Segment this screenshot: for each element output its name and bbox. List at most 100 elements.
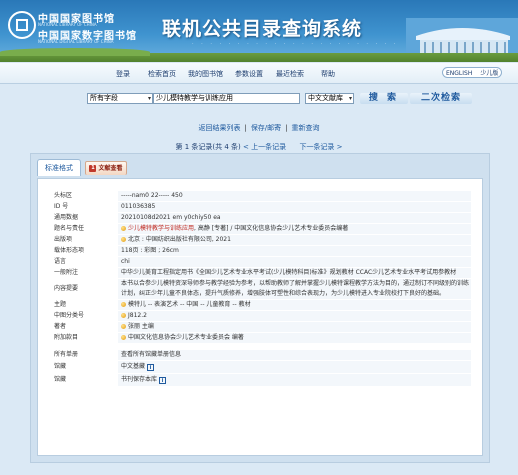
- record-row: 一般附注 中华少儿美育工程指定用书《全国少儿艺术专业水平考试(少儿模特科目)标准…: [51, 267, 471, 279]
- subject-link[interactable]: 模特儿 -- 表演艺术 -- 中国 -- 儿童教育 -- 教材: [128, 301, 251, 308]
- all-items-link[interactable]: 查看所有馆藏单册信息: [121, 351, 181, 358]
- lang-kids-link[interactable]: 少儿版: [480, 70, 498, 77]
- record-row: 中图分类号 J812.2: [51, 310, 471, 322]
- bullet-icon: [121, 324, 126, 329]
- record-row: 所有单册 查看所有馆藏单册信息: [51, 350, 471, 361]
- tab-document-view-label: 文献查看: [98, 165, 123, 172]
- field-value: -----nam0 22----- 450: [118, 191, 471, 202]
- record-row: 语言 chi: [51, 256, 471, 268]
- lang-english-link[interactable]: ENGLISH: [446, 70, 472, 77]
- refine-search-button[interactable]: 二次检索: [410, 93, 472, 104]
- field-label: 头标区: [51, 191, 118, 202]
- record-row: 附加款目 中国文化信息协会少儿艺术专业委员会 编著: [51, 332, 471, 344]
- nav-login[interactable]: 登录: [116, 69, 130, 79]
- field-value: 118页 : 彩图 ; 26cm: [118, 245, 471, 257]
- search-field-value: 所有字段: [90, 94, 118, 102]
- prev-record-link[interactable]: < 上一条记录: [243, 143, 286, 151]
- nav-my-library[interactable]: 我的图书馆: [188, 69, 223, 79]
- record-row: 出版项 北京 : 中国纺织出版社有限公司, 2021: [51, 234, 471, 246]
- record-row: 著者 张丽 主编: [51, 321, 471, 333]
- database-value: 中文文献库: [308, 94, 343, 102]
- class-link[interactable]: J812.2: [128, 312, 147, 319]
- field-label: 出版项: [51, 234, 118, 246]
- field-label: 语言: [51, 256, 118, 268]
- nav-recent-search[interactable]: 最近检索: [276, 69, 304, 79]
- bullet-icon: [121, 313, 126, 318]
- field-label: 附加款目: [51, 332, 118, 344]
- search-field-select[interactable]: 所有字段 ▾: [87, 93, 153, 104]
- save-email-link[interactable]: 保存/邮寄: [251, 124, 281, 132]
- database-select[interactable]: 中文文献库 ▾: [305, 93, 354, 104]
- record-row: 题名与责任 少儿模特教学与训练应用, 高静 [专著] / 中国文化信息协会少儿艺…: [51, 223, 471, 235]
- language-switch: ENGLISH 少儿版: [442, 67, 502, 78]
- info-icon[interactable]: i: [147, 364, 155, 371]
- field-value: 中华少儿美育工程指定用书《全国少儿艺术专业水平考试(少儿模特科目)标准》规划教材…: [118, 267, 471, 279]
- field-label: 馆藏: [51, 360, 118, 374]
- nav-help[interactable]: 帮助: [321, 69, 335, 79]
- author-link[interactable]: 张丽 主编: [128, 323, 154, 330]
- library-logo-icon: [8, 11, 36, 39]
- publisher-link[interactable]: 北京 : 中国纺织出版社有限公司, 2021: [128, 236, 231, 243]
- next-record-link[interactable]: 下一条记录 >: [299, 143, 342, 151]
- field-value: J812.2: [118, 310, 471, 322]
- field-value: 张丽 主编: [118, 321, 471, 333]
- nav-settings[interactable]: 参数设置: [235, 69, 263, 79]
- header-banner: 中国国家图书馆 NATIONAL LIBRARY OF CHINA 中国国家数字…: [0, 0, 518, 62]
- record-status: 第 1 条记录(共 4 条): [175, 143, 241, 151]
- search-button[interactable]: 搜 索: [360, 93, 408, 104]
- field-value: 中文基藏 i: [118, 360, 471, 374]
- record-row: 馆藏 中文基藏 i: [51, 360, 471, 374]
- bullet-icon: [121, 302, 126, 307]
- bullet-icon: [121, 237, 126, 242]
- format-tabs: 标准格式 1 文献查看: [35, 159, 485, 179]
- holding-location: 中文基藏: [121, 363, 146, 370]
- search-input[interactable]: 少儿模特教学与训练应用: [153, 93, 300, 104]
- tab-standard-format[interactable]: 标准格式: [37, 159, 81, 176]
- chevron-down-icon: ▾: [348, 95, 352, 102]
- field-label: 馆藏: [51, 373, 118, 387]
- record-row: ID 号 011036385: [51, 201, 471, 213]
- field-label: 主题: [51, 299, 118, 311]
- title-link[interactable]: 少儿模特教学与训练应用: [128, 225, 194, 232]
- record-row: 载体形态项 118页 : 彩图 ; 26cm: [51, 245, 471, 257]
- record-row: 内容提要 本书以合参少儿模特资深导师参与教学经验为参考，以帮助教师了解并掌握少儿…: [51, 278, 471, 300]
- new-query-link[interactable]: 重新查询: [292, 124, 320, 132]
- field-label: 通用数据: [51, 212, 118, 224]
- field-value: 本书以合参少儿模特资深导师参与教学经验为参考，以帮助教师了解并掌握少儿模特课程教…: [118, 278, 471, 300]
- field-label: 内容提要: [51, 278, 118, 300]
- title-decoration: . . . . . . . . . . . . . . . . . . . . …: [192, 40, 399, 46]
- field-value: 少儿模特教学与训练应用, 高静 [专著] / 中国文化信息协会少儿艺术专业委员会…: [118, 223, 471, 235]
- library-name-2-en: NATIONAL DIGITAL LIBRARY OF CHINA: [38, 39, 114, 44]
- field-label: 题名与责任: [51, 223, 118, 235]
- chevron-down-icon: ▾: [147, 95, 151, 102]
- top-nav: 登录 检索首页 我的图书馆 参数设置 最近检索 帮助 ENGLISH 少儿版: [0, 63, 518, 84]
- field-label: ID 号: [51, 201, 118, 213]
- added-entry-link[interactable]: 中国文化信息协会少儿艺术专业委员会 编著: [128, 334, 244, 341]
- bullet-icon: [121, 226, 126, 231]
- tab-document-view[interactable]: 1 文献查看: [85, 161, 127, 175]
- field-value: 书刊保存本库 i: [118, 373, 471, 387]
- banner-ground: [0, 48, 518, 62]
- holding-location: 书刊保存本库: [121, 376, 158, 383]
- field-value: 北京 : 中国纺织出版社有限公司, 2021: [118, 234, 471, 246]
- field-value: 查看所有馆藏单册信息: [118, 350, 471, 361]
- system-title: 联机公共目录查询系统: [162, 18, 363, 40]
- field-label: 著者: [51, 321, 118, 333]
- nav-search-home[interactable]: 检索首页: [148, 69, 176, 79]
- field-value: 中国文化信息协会少儿艺术专业委员会 编著: [118, 332, 471, 344]
- field-value: 20210108d2021 em y0chiy50 ea: [118, 212, 471, 224]
- back-to-results-link[interactable]: 返回结果列表: [198, 124, 240, 132]
- document-view-icon: 1: [89, 165, 97, 172]
- record-row: 主题 模特儿 -- 表演艺术 -- 中国 -- 儿童教育 -- 教材: [51, 299, 471, 311]
- record-content: 头标区 -----nam0 22----- 450 ID 号 011036385…: [37, 178, 483, 456]
- field-value: chi: [118, 256, 471, 268]
- field-label: 中图分类号: [51, 310, 118, 322]
- record-row: 馆藏 书刊保存本库 i: [51, 373, 471, 387]
- bullet-icon: [121, 335, 126, 340]
- info-icon[interactable]: i: [159, 377, 167, 384]
- field-value: 模特儿 -- 表演艺术 -- 中国 -- 儿童教育 -- 教材: [118, 299, 471, 311]
- field-label: 载体形态项: [51, 245, 118, 257]
- record-table: 头标区 -----nam0 22----- 450 ID 号 011036385…: [51, 191, 471, 387]
- record-panel: 标准格式 1 文献查看 头标区 -----nam0 22----- 450 ID …: [30, 153, 490, 463]
- record-navigation: 第 1 条记录(共 4 条) < 上一条记录 下一条记录 >: [0, 142, 518, 152]
